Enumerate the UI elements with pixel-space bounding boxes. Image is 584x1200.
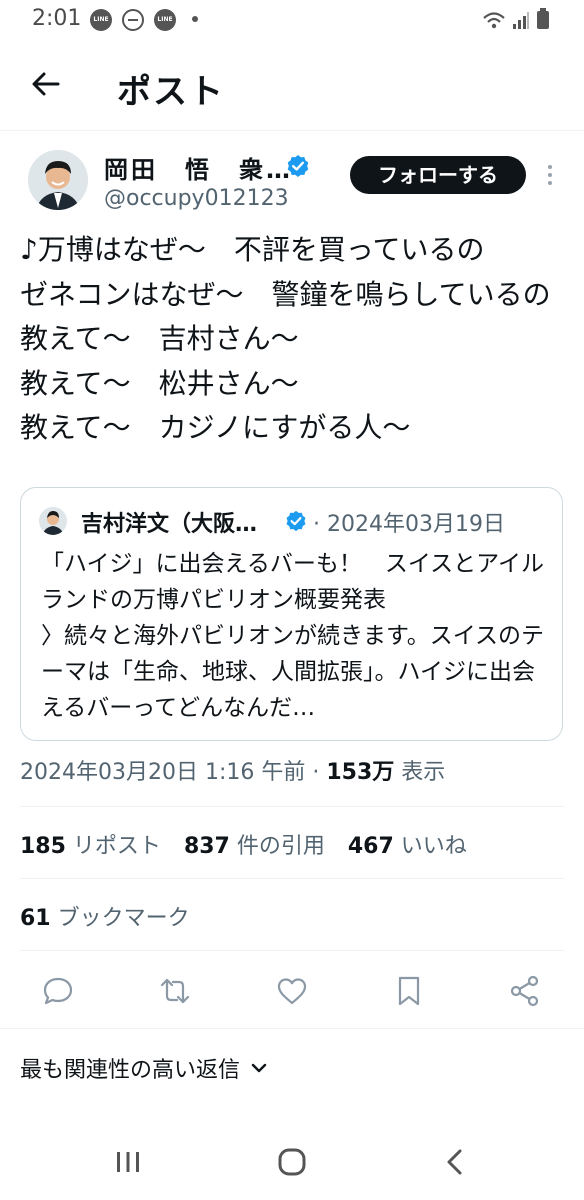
top-app-bar: ポスト [0, 40, 584, 131]
quoted-author-name: 吉村洋文（大阪… [81, 512, 258, 537]
views-count: 153万 [326, 760, 395, 785]
quoted-author-avatar [39, 507, 67, 535]
page-title: ポスト [117, 72, 225, 112]
likes-label: いいね [393, 834, 467, 859]
bookmark-icon[interactable] [392, 974, 426, 1008]
post-action-bar [0, 962, 584, 1020]
divider [20, 806, 564, 807]
line-notification-icon: LINE [90, 9, 112, 31]
quoted-post-text: 「ハイジ」に出会えるバーも！ スイスとアイルランドの万博パビリオン概要発表 〉続… [41, 551, 545, 721]
author-avatar[interactable] [28, 150, 88, 210]
divider [0, 1028, 584, 1029]
repost-icon[interactable] [158, 974, 192, 1008]
more-options-icon[interactable] [540, 162, 560, 190]
battery-icon [537, 8, 549, 29]
like-icon[interactable] [275, 974, 309, 1008]
author-handle[interactable]: @occupy012123 [104, 186, 289, 211]
divider [20, 950, 564, 951]
author-name[interactable]: 岡田 悟 衆… [104, 150, 293, 185]
do-not-disturb-icon [122, 9, 144, 31]
follow-button[interactable]: フォローする [350, 156, 526, 194]
share-icon[interactable] [508, 974, 542, 1008]
quoted-verified-badge-icon [286, 510, 306, 532]
status-bar: 2:01 LINE LINE [0, 0, 584, 40]
status-time: 2:01 [32, 6, 82, 31]
divider [20, 878, 564, 879]
views-label: 表示 [394, 760, 446, 785]
reposts-stat[interactable]: 185 リポスト [20, 834, 161, 859]
bookmarks-label: ブックマーク [50, 906, 190, 931]
bookmarks-count: 61 [20, 906, 51, 931]
likes-stat[interactable]: 467 いいね [348, 834, 467, 859]
reposts-label: リポスト [65, 834, 161, 859]
reposts-count: 185 [20, 834, 66, 859]
quotes-stat[interactable]: 837 件の引用 [184, 834, 325, 859]
post-author-row: 岡田 悟 衆… @occupy012123 フォローする [0, 146, 584, 222]
post-timestamp[interactable]: 2024年03月20日 1:16 午前 · [20, 760, 326, 785]
verified-badge-icon [287, 155, 309, 177]
quotes-count: 837 [183, 834, 230, 859]
line-notification-icon-2: LINE [154, 9, 176, 31]
quoted-post-date: · 2024年03月19日 [313, 512, 505, 537]
reply-icon[interactable] [41, 974, 75, 1008]
home-icon[interactable] [272, 1144, 312, 1180]
system-navigation-bar [0, 1128, 584, 1200]
back-arrow-icon[interactable] [26, 64, 66, 104]
recent-apps-icon[interactable] [108, 1144, 148, 1180]
status-indicators [482, 8, 550, 30]
signal-icon [513, 12, 529, 29]
likes-count: 467 [347, 834, 394, 859]
post-text: ♪万博はなぜ〜 不評を買っているの ゼネコンはなぜ〜 警鐘を鳴らしているの 教え… [20, 233, 551, 444]
quotes-label: 件の引用 [229, 834, 325, 859]
engagement-stats: 185 リポスト 837 件の引用 467 いいね [20, 828, 483, 860]
quoted-post-card[interactable]: 吉村洋文（大阪… · 2024年03月19日 「ハイジ」に出会えるバーも！ スイ… [20, 487, 563, 741]
bookmarks-stat: 61 ブックマーク [20, 900, 190, 932]
post-timestamp-views: 2024年03月20日 1:16 午前 · 153万 表示 [20, 754, 445, 786]
reply-sort-dropdown[interactable]: 最も関連性の高い返信 [20, 1052, 268, 1084]
wifi-icon [483, 12, 505, 29]
back-icon[interactable] [436, 1144, 476, 1180]
chevron-down-icon [251, 1063, 267, 1073]
more-notifications-dot-icon [192, 16, 198, 22]
reply-sort-label: 最も関連性の高い返信 [20, 1058, 241, 1083]
